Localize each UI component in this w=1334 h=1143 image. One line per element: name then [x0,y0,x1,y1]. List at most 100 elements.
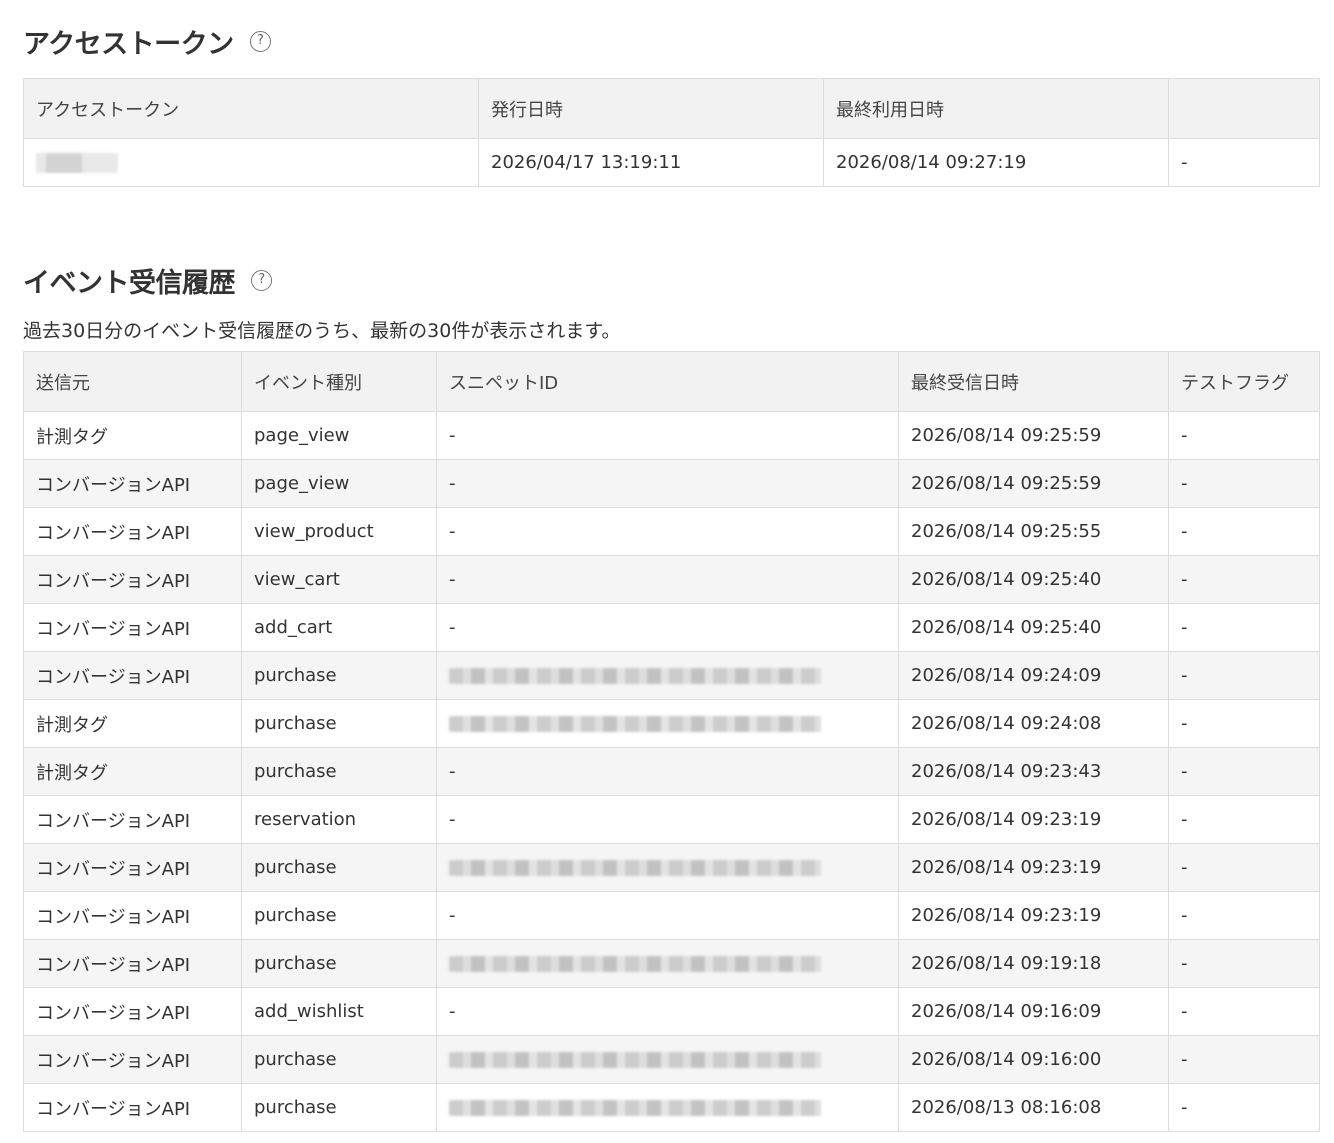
snippet-id-cell: - [436,411,899,460]
source-cell: コンバージョンAPI [23,555,242,604]
table-row: コンバージョンAPI add_wishlist -2026/08/14 09:16:… [23,987,1320,1036]
source-cell: コンバージョンAPI [23,603,242,652]
test-flag-cell: - [1168,603,1320,652]
redacted-snippet-id [449,716,821,732]
event-type-cell: add_wishlist [241,987,437,1036]
snippet-id-cell: - [436,603,899,652]
table-row: コンバージョンAPI purchase 2026/08/14 09:16:00- [23,1035,1320,1084]
header-source: 送信元 [23,351,242,412]
snippet-id-cell: - [436,555,899,604]
events-title: イベント受信履歴 [23,268,236,299]
source-cell: コンバージョンAPI [23,507,242,556]
header-access-token: アクセストークン [23,78,479,139]
event-type-cell: page_view [241,411,437,460]
event-type-cell: purchase [241,891,437,940]
source-cell: コンバージョンAPI [23,987,242,1036]
snippet-id-cell [436,939,899,988]
redacted-snippet-id [449,956,821,972]
table-row: 計測タグ page_view -2026/08/14 09:25:59- [23,411,1320,460]
header-issued-at: 発行日時 [478,78,824,139]
table-row: コンバージョンAPI purchase -2026/08/14 09:23:19- [23,891,1320,940]
table-row: 2026/04/17 13:19:11 2026/08/14 09:27:19 … [23,138,1320,187]
source-cell: コンバージョンAPI [23,795,242,844]
test-flag-cell: - [1168,411,1320,460]
event-type-cell: purchase [241,939,437,988]
header-snippet-id: スニペットID [436,351,899,412]
test-flag-cell: - [1168,939,1320,988]
test-flag-cell: - [1168,699,1320,748]
table-row: コンバージョンAPI purchase 2026/08/13 08:16:08- [23,1083,1320,1132]
table-row: コンバージョンAPI view_cart -2026/08/14 09:25:40- [23,555,1320,604]
table-row: コンバージョンAPI purchase 2026/08/14 09:23:19- [23,843,1320,892]
test-flag-cell: - [1168,843,1320,892]
access-token-heading: アクセストークン ? [23,22,271,61]
table-row: コンバージョンAPI purchase 2026/08/14 09:24:09- [23,651,1320,700]
help-icon[interactable]: ? [249,31,271,52]
snippet-id-cell: - [436,459,899,508]
source-cell: コンバージョンAPI [23,1035,242,1084]
source-cell: 計測タグ [23,747,242,796]
event-type-cell: purchase [241,1035,437,1084]
snippet-id-cell [436,651,899,700]
last-received-cell: 2026/08/14 09:16:09 [898,987,1169,1036]
table-row: コンバージョンAPI add_cart -2026/08/14 09:25:40- [23,603,1320,652]
test-flag-cell: - [1168,507,1320,556]
event-type-cell: page_view [241,459,437,508]
table-header-row: アクセストークン 発行日時 最終利用日時 [23,78,1320,139]
redacted-snippet-id [449,1100,821,1116]
source-cell: コンバージョンAPI [23,891,242,940]
events-description: 過去30日分のイベント受信履歴のうち、最新の30件が表示されます。 [23,320,621,342]
issued-at-cell: 2026/04/17 13:19:11 [478,138,824,187]
last-received-cell: 2026/08/14 09:25:59 [898,411,1169,460]
event-type-cell: view_cart [241,555,437,604]
header-event-type: イベント種別 [241,351,437,412]
last-received-cell: 2026/08/14 09:25:59 [898,459,1169,508]
last-received-cell: 2026/08/14 09:25:55 [898,507,1169,556]
table-row: コンバージョンAPI purchase 2026/08/14 09:19:18- [23,939,1320,988]
snippet-id-cell: - [436,987,899,1036]
event-type-cell: add_cart [241,603,437,652]
test-flag-cell: - [1168,747,1320,796]
snippet-id-cell: - [436,891,899,940]
last-received-cell: 2026/08/14 09:25:40 [898,555,1169,604]
table-header-row: 送信元 イベント種別 スニペットID 最終受信日時 テストフラグ [23,351,1320,412]
event-type-cell: reservation [241,795,437,844]
header-last-received: 最終受信日時 [898,351,1169,412]
help-icon[interactable]: ? [251,270,272,291]
access-token-title: アクセストークン [23,29,234,60]
table-row: 計測タグ purchase -2026/08/14 09:23:43- [23,747,1320,796]
last-received-cell: 2026/08/14 09:19:18 [898,939,1169,988]
redacted-token [36,153,118,173]
last-received-cell: 2026/08/14 09:23:19 [898,795,1169,844]
source-cell: コンバージョンAPI [23,843,242,892]
action-cell: - [1168,138,1320,187]
snippet-id-cell [436,1035,899,1084]
access-token-value [23,138,479,187]
last-received-cell: 2026/08/14 09:16:00 [898,1035,1169,1084]
last-received-cell: 2026/08/14 09:24:08 [898,699,1169,748]
event-type-cell: view_product [241,507,437,556]
snippet-id-cell [436,843,899,892]
source-cell: コンバージョンAPI [23,651,242,700]
events-table: 送信元 イベント種別 スニペットID 最終受信日時 テストフラグ 計測タグ pag… [23,351,1320,1132]
last-received-cell: 2026/08/13 08:16:08 [898,1083,1169,1132]
last-received-cell: 2026/08/14 09:23:19 [898,891,1169,940]
test-flag-cell: - [1168,891,1320,940]
table-row: 計測タグ purchase 2026/08/14 09:24:08- [23,699,1320,748]
snippet-id-cell: - [436,507,899,556]
event-type-cell: purchase [241,699,437,748]
test-flag-cell: - [1168,795,1320,844]
test-flag-cell: - [1168,1035,1320,1084]
snippet-id-cell: - [436,795,899,844]
source-cell: 計測タグ [23,411,242,460]
redacted-snippet-id [449,1052,821,1068]
header-action [1168,78,1320,139]
header-last-used-at: 最終利用日時 [823,78,1169,139]
source-cell: コンバージョンAPI [23,1083,242,1132]
last-used-at-cell: 2026/08/14 09:27:19 [823,138,1169,187]
event-type-cell: purchase [241,843,437,892]
access-token-table: アクセストークン 発行日時 最終利用日時 2026/04/17 13:19:11… [23,78,1320,187]
source-cell: コンバージョンAPI [23,459,242,508]
test-flag-cell: - [1168,555,1320,604]
test-flag-cell: - [1168,1083,1320,1132]
